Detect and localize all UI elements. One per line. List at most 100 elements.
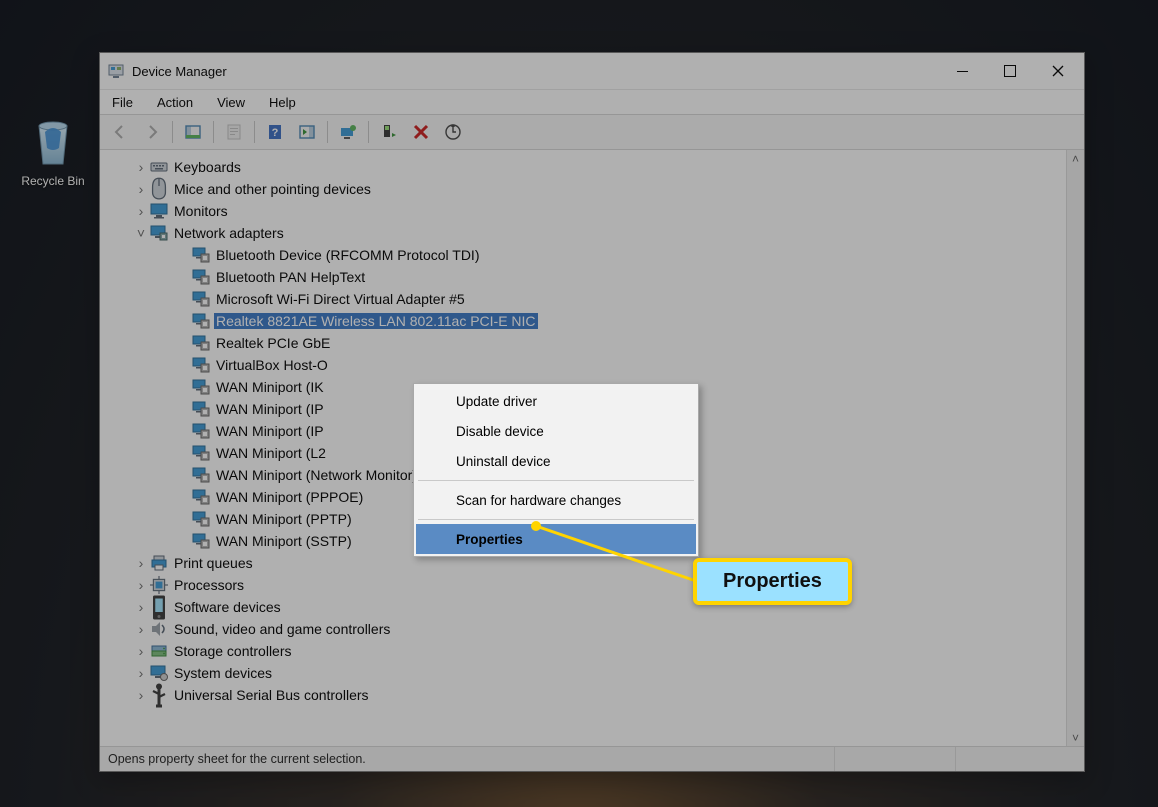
tree-device[interactable]: Bluetooth PAN HelpText <box>102 266 1066 288</box>
tree-device[interactable]: Realtek PCIe GbE <box>102 332 1066 354</box>
nav-forward-button[interactable] <box>138 118 166 146</box>
category-label: Storage controllers <box>172 643 294 659</box>
update-driver-button[interactable] <box>334 118 362 146</box>
context-menu-item[interactable]: Update driver <box>416 386 696 416</box>
tree-device[interactable]: VirtualBox Host-O <box>102 354 1066 376</box>
context-menu-item[interactable]: Disable device <box>416 416 696 446</box>
vertical-scrollbar[interactable]: ˄ ˅ <box>1066 150 1084 746</box>
app-icon <box>108 63 124 79</box>
usb-icon <box>150 687 168 703</box>
tree-device[interactable]: Realtek 8821AE Wireless LAN 802.11ac PCI… <box>102 310 1066 332</box>
tree-category[interactable]: › Sound, video and game controllers <box>102 618 1066 640</box>
toolbar-separator <box>213 121 214 143</box>
title-bar[interactable]: Device Manager <box>100 53 1084 89</box>
callout-label: Properties <box>693 558 852 605</box>
show-hide-tree-button[interactable] <box>179 118 207 146</box>
device-label: WAN Miniport (IK <box>214 379 326 395</box>
network-adapter-icon <box>192 379 210 395</box>
tree-device[interactable]: Microsoft Wi-Fi Direct Virtual Adapter #… <box>102 288 1066 310</box>
menu-action[interactable]: Action <box>153 93 197 112</box>
category-label: Sound, video and game controllers <box>172 621 392 637</box>
tree-device[interactable]: Bluetooth Device (RFCOMM Protocol TDI) <box>102 244 1066 266</box>
context-menu-item[interactable]: Scan for hardware changes <box>416 485 696 515</box>
sound-icon <box>150 621 168 637</box>
desktop-icon-recycle-bin[interactable]: Recycle Bin <box>18 118 88 188</box>
expand-chevron-icon[interactable]: › <box>134 203 148 219</box>
tree-category[interactable]: › Storage controllers <box>102 640 1066 662</box>
expand-chevron-icon[interactable]: › <box>134 621 148 637</box>
maximize-button[interactable] <box>986 53 1034 89</box>
scrollbar-down-arrow[interactable]: ˅ <box>1067 729 1084 746</box>
toolbar-separator <box>254 121 255 143</box>
menu-bar: File Action View Help <box>100 89 1084 114</box>
storage-icon <box>150 643 168 659</box>
tree-category[interactable]: ›Universal Serial Bus controllers <box>102 684 1066 706</box>
properties-button[interactable] <box>220 118 248 146</box>
keyboard-icon <box>150 159 168 175</box>
toolbar-separator <box>368 121 369 143</box>
context-menu-item-label: Scan for hardware changes <box>456 493 621 508</box>
network-adapter-icon <box>192 335 210 351</box>
recycle-bin-label: Recycle Bin <box>18 174 88 188</box>
tree-category[interactable]: ›Software devices <box>102 596 1066 618</box>
network-adapter-icon <box>192 445 210 461</box>
device-label: VirtualBox Host-O <box>214 357 330 373</box>
status-cell-3 <box>956 747 1076 771</box>
status-text: Opens property sheet for the current sel… <box>108 747 835 771</box>
network-adapter-icon <box>192 467 210 483</box>
recycle-bin-icon <box>31 118 75 168</box>
network-adapter-icon <box>192 489 210 505</box>
toolbar-separator <box>327 121 328 143</box>
uninstall-device-button[interactable] <box>407 118 435 146</box>
context-menu-item[interactable]: Uninstall device <box>416 446 696 476</box>
category-label: Processors <box>172 577 246 593</box>
category-label: Network adapters <box>172 225 286 241</box>
enable-device-button[interactable] <box>375 118 403 146</box>
action-pane-button[interactable] <box>293 118 321 146</box>
network-adapter-icon <box>192 247 210 263</box>
software-icon <box>150 599 168 615</box>
menu-file[interactable]: File <box>108 93 137 112</box>
monitor-icon <box>150 203 168 219</box>
menu-help[interactable]: Help <box>265 93 300 112</box>
network-adapter-icon <box>192 269 210 285</box>
device-label: Bluetooth PAN HelpText <box>214 269 367 285</box>
nav-back-button[interactable] <box>106 118 134 146</box>
tree-category[interactable]: ›Mice and other pointing devices <box>102 178 1066 200</box>
minimize-button[interactable] <box>938 53 986 89</box>
scrollbar-up-arrow[interactable]: ˄ <box>1067 150 1084 167</box>
properties-callout: Properties <box>693 558 852 605</box>
expand-chevron-icon[interactable]: › <box>134 665 148 681</box>
scan-hardware-button[interactable] <box>439 118 467 146</box>
expand-chevron-icon[interactable]: › <box>134 599 148 615</box>
tree-category[interactable]: ˅ Network adapters <box>102 222 1066 244</box>
expand-chevron-icon[interactable]: › <box>134 159 148 175</box>
device-label: Microsoft Wi-Fi Direct Virtual Adapter #… <box>214 291 467 307</box>
callout-dot <box>531 521 541 531</box>
expand-chevron-icon[interactable]: › <box>134 555 148 571</box>
device-label: WAN Miniport (IP <box>214 401 326 417</box>
expand-chevron-icon[interactable]: ˅ <box>134 225 148 241</box>
toolbar-separator <box>172 121 173 143</box>
device-label: WAN Miniport (L2 <box>214 445 328 461</box>
device-label: Realtek PCIe GbE <box>214 335 332 351</box>
help-button[interactable]: ? <box>261 118 289 146</box>
device-label: WAN Miniport (PPPOE) <box>214 489 365 505</box>
tree-category[interactable]: ›System devices <box>102 662 1066 684</box>
expand-chevron-icon[interactable]: › <box>134 687 148 703</box>
status-cell-2 <box>835 747 956 771</box>
menu-view[interactable]: View <box>213 93 249 112</box>
mouse-icon <box>150 181 168 197</box>
tree-category[interactable]: ›Monitors <box>102 200 1066 222</box>
network-adapter-icon <box>192 401 210 417</box>
expand-chevron-icon[interactable]: › <box>134 577 148 593</box>
tree-category[interactable]: ›Keyboards <box>102 156 1066 178</box>
close-button[interactable] <box>1034 53 1082 89</box>
expand-chevron-icon[interactable]: › <box>134 181 148 197</box>
device-label: WAN Miniport (Network Monitor) <box>214 467 419 483</box>
network-adapter-icon <box>192 313 210 329</box>
expand-chevron-icon[interactable]: › <box>134 643 148 659</box>
device-label: WAN Miniport (SSTP) <box>214 533 354 549</box>
status-bar: Opens property sheet for the current sel… <box>100 747 1084 771</box>
system-icon <box>150 665 168 681</box>
